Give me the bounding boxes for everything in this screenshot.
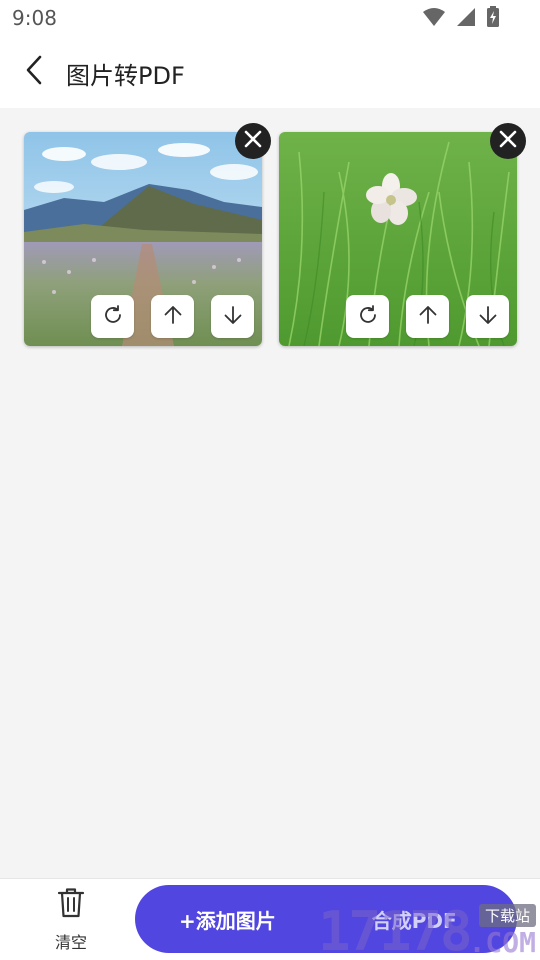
clear-button[interactable]: 清空 [40,887,102,957]
trash-icon [56,887,86,923]
status-time: 9:08 [12,6,57,30]
rotate-button[interactable] [346,295,389,338]
remove-image-button[interactable] [490,123,526,159]
wifi-icon [422,7,446,27]
clear-label: 清空 [54,933,87,952]
image-card[interactable] [279,123,526,346]
move-down-button[interactable] [211,295,254,338]
merge-pdf-button[interactable]: 合成PDF [372,905,457,934]
image-list [0,108,540,878]
move-down-button[interactable] [466,295,509,338]
battery-charging-icon [486,6,500,28]
add-images-label: +添加图片 [179,908,276,933]
image-actions [279,295,517,338]
image-card[interactable] [24,123,271,346]
signal-icon [456,7,476,27]
app-bar: 图片转PDF [0,38,540,108]
bottom-bar: 清空 +添加图片 合成PDF [0,878,540,960]
rotate-icon [357,304,379,330]
arrow-down-icon [477,304,499,330]
move-up-button[interactable] [406,295,449,338]
image-actions [24,295,262,338]
move-up-button[interactable] [151,295,194,338]
chevron-left-icon [23,55,45,89]
page-title: 图片转PDF [66,62,185,90]
rotate-button[interactable] [91,295,134,338]
arrow-up-icon [417,304,439,330]
remove-image-button[interactable] [235,123,271,159]
rotate-icon [102,304,124,330]
back-button[interactable] [14,52,54,92]
status-icons [422,6,500,28]
close-icon [499,130,517,152]
add-images-button[interactable]: +添加图片 合成PDF [135,885,517,953]
close-icon [244,130,262,152]
status-bar: 9:08 [0,0,540,38]
arrow-up-icon [162,304,184,330]
arrow-down-icon [222,304,244,330]
